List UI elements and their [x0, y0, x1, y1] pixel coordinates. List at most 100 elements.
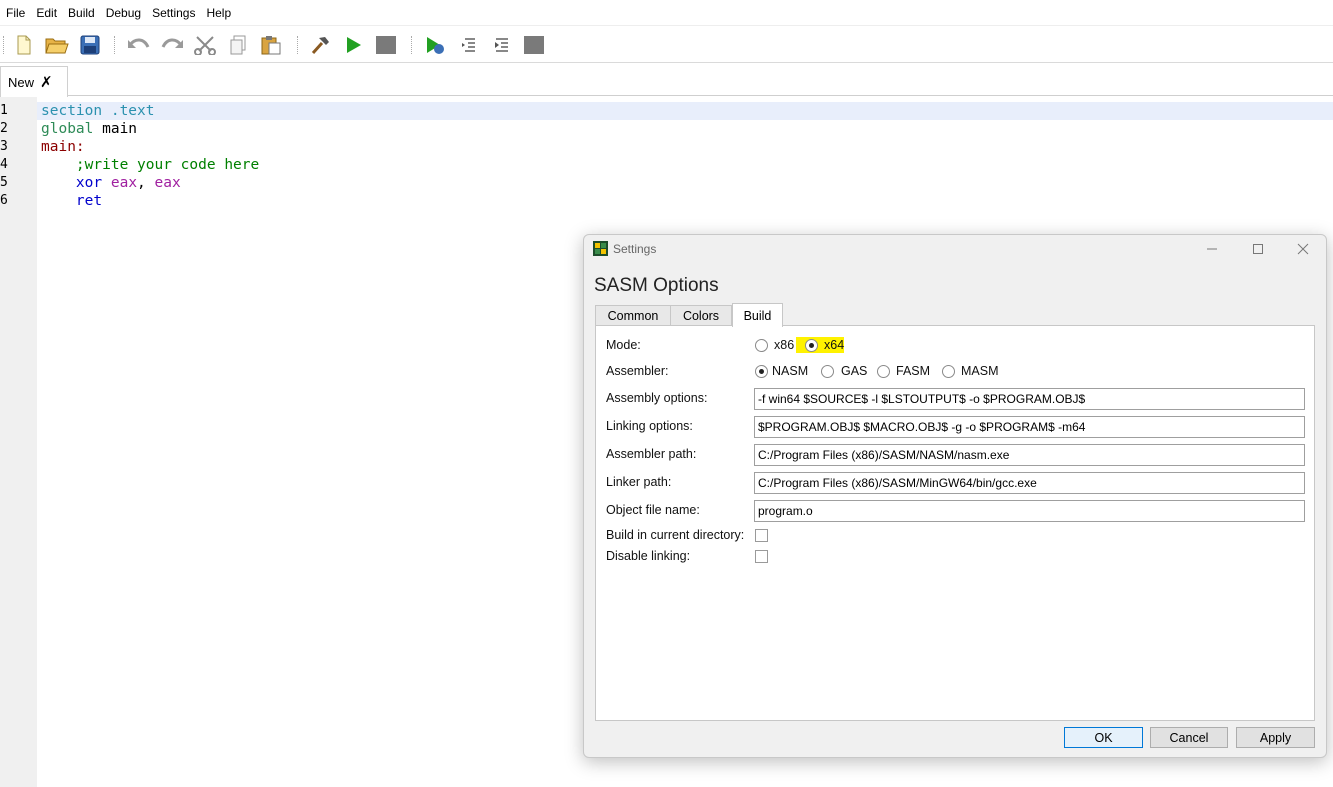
code-line[interactable]: ret [41, 192, 102, 210]
code-token: main: [41, 139, 85, 155]
debug-icon[interactable] [423, 34, 447, 56]
menu-edit[interactable]: Edit [36, 6, 65, 20]
code-line[interactable]: xor eax, eax [41, 174, 181, 192]
line-number: 3 [0, 139, 8, 154]
linker-path-label: Linker path: [606, 475, 672, 489]
line-number: 2 [0, 121, 8, 136]
toolbar [0, 27, 1333, 63]
code-token: xor [75, 175, 103, 191]
close-icon[interactable] [1292, 239, 1314, 259]
disable-linking-label: Disable linking: [606, 549, 691, 563]
save-icon[interactable] [78, 34, 102, 56]
assembly-options-label: Assembly options: [606, 391, 708, 405]
linking-options-field[interactable]: $PROGRAM.OBJ$ $MACRO.OBJ$ -g -o $PROGRAM… [754, 416, 1305, 438]
toolbar-separator [3, 36, 6, 54]
code-token: , [137, 175, 155, 191]
code-token: ret [75, 193, 103, 209]
step-into-icon[interactable] [490, 34, 514, 56]
tab-build[interactable]: Build [732, 303, 783, 327]
line-number: 4 [0, 157, 8, 172]
build-settings-panel: Mode: x86 x64 Assembler: NASM GAS FASM M… [595, 325, 1315, 721]
menu-help[interactable]: Help [206, 6, 239, 20]
dialog-title: Settings [613, 242, 657, 256]
run-icon[interactable] [341, 34, 365, 56]
mode-x64-radio[interactable] [805, 339, 818, 352]
menu-debug[interactable]: Debug [106, 6, 149, 20]
disable-linking-checkbox[interactable] [755, 550, 768, 563]
cancel-button[interactable]: Cancel [1150, 727, 1228, 748]
file-tab-bar: New ✗ [0, 64, 1333, 97]
code-token: section .text [41, 103, 155, 119]
assembler-fasm-radio[interactable] [877, 365, 890, 378]
assembler-path-label: Assembler path: [606, 447, 697, 461]
code-token: eax [102, 175, 138, 191]
new-file-icon[interactable] [12, 34, 36, 56]
code-token: ;write your code here [75, 157, 260, 173]
assembler-label: Assembler: [606, 364, 669, 378]
object-file-name-label: Object file name: [606, 503, 700, 517]
mode-x86-label: x86 [774, 338, 795, 352]
code-line[interactable]: ;write your code here [41, 156, 259, 174]
minimize-icon[interactable] [1201, 239, 1223, 259]
code-line[interactable]: section .text [41, 102, 155, 120]
assembler-gas-radio[interactable] [821, 365, 834, 378]
step-over-icon[interactable] [457, 34, 481, 56]
assembler-nasm-radio[interactable] [755, 365, 768, 378]
copy-icon[interactable] [226, 34, 250, 56]
options-heading: SASM Options [594, 275, 719, 296]
tab-new[interactable]: New ✗ [0, 66, 68, 97]
ok-button[interactable]: OK [1064, 727, 1143, 748]
line-number: 1 [0, 103, 8, 118]
mode-x86-radio[interactable] [755, 339, 768, 352]
maximize-icon[interactable] [1247, 239, 1269, 259]
mode-label: Mode: [606, 338, 641, 352]
apply-button[interactable]: Apply [1236, 727, 1315, 748]
redo-icon[interactable] [160, 34, 184, 56]
tab-common[interactable]: Common [595, 305, 671, 326]
stop-icon[interactable] [374, 34, 398, 56]
build-in-current-dir-label: Build in current directory: [606, 528, 745, 542]
sasm-app-icon [593, 241, 608, 256]
code-line[interactable]: main: [41, 138, 85, 156]
code-token: global [41, 121, 94, 137]
linking-options-label: Linking options: [606, 419, 693, 433]
toolbar-separator [114, 36, 117, 54]
menu-settings[interactable]: Settings [152, 6, 203, 20]
object-file-name-field[interactable]: program.o [754, 500, 1305, 522]
toolbar-separator [411, 36, 414, 54]
dialog-titlebar[interactable]: Settings [584, 235, 1326, 263]
assembly-options-field[interactable]: -f win64 $SOURCE$ -l $LSTOUTPUT$ -o $PRO… [754, 388, 1305, 410]
code-token: main [93, 121, 138, 137]
open-folder-icon[interactable] [45, 34, 69, 56]
menu-file[interactable]: File [6, 6, 33, 20]
tab-colors[interactable]: Colors [670, 305, 732, 326]
build-hammer-icon[interactable] [308, 34, 332, 56]
build-in-current-dir-checkbox[interactable] [755, 529, 768, 542]
assembler-masm-label: MASM [961, 364, 999, 378]
debug-stop-icon[interactable] [522, 34, 546, 56]
close-tab-icon[interactable]: ✗ [40, 75, 53, 90]
line-number: 5 [0, 175, 8, 190]
assembler-gas-label: GAS [841, 364, 868, 378]
current-line-highlight [37, 102, 1333, 120]
cut-icon[interactable] [193, 34, 217, 56]
undo-icon[interactable] [127, 34, 151, 56]
assembler-fasm-label: FASM [896, 364, 931, 378]
tab-label: New [8, 74, 35, 90]
assembler-path-field[interactable]: C:/Program Files (x86)/SASM/NASM/nasm.ex… [754, 444, 1305, 466]
code-token: eax [154, 175, 181, 191]
mode-x64-label: x64 [824, 338, 845, 352]
code-line[interactable]: global main [41, 120, 137, 138]
menu-build[interactable]: Build [68, 6, 103, 20]
paste-icon[interactable] [259, 34, 283, 56]
menu-bar: File Edit Build Debug Settings Help [0, 0, 1333, 26]
line-number: 6 [0, 193, 8, 208]
settings-dialog: Settings SASM Options Common Colors Buil… [583, 234, 1327, 758]
linker-path-field[interactable]: C:/Program Files (x86)/SASM/MinGW64/bin/… [754, 472, 1305, 494]
assembler-masm-radio[interactable] [942, 365, 955, 378]
assembler-nasm-label: NASM [772, 364, 809, 378]
toolbar-separator [297, 36, 300, 54]
